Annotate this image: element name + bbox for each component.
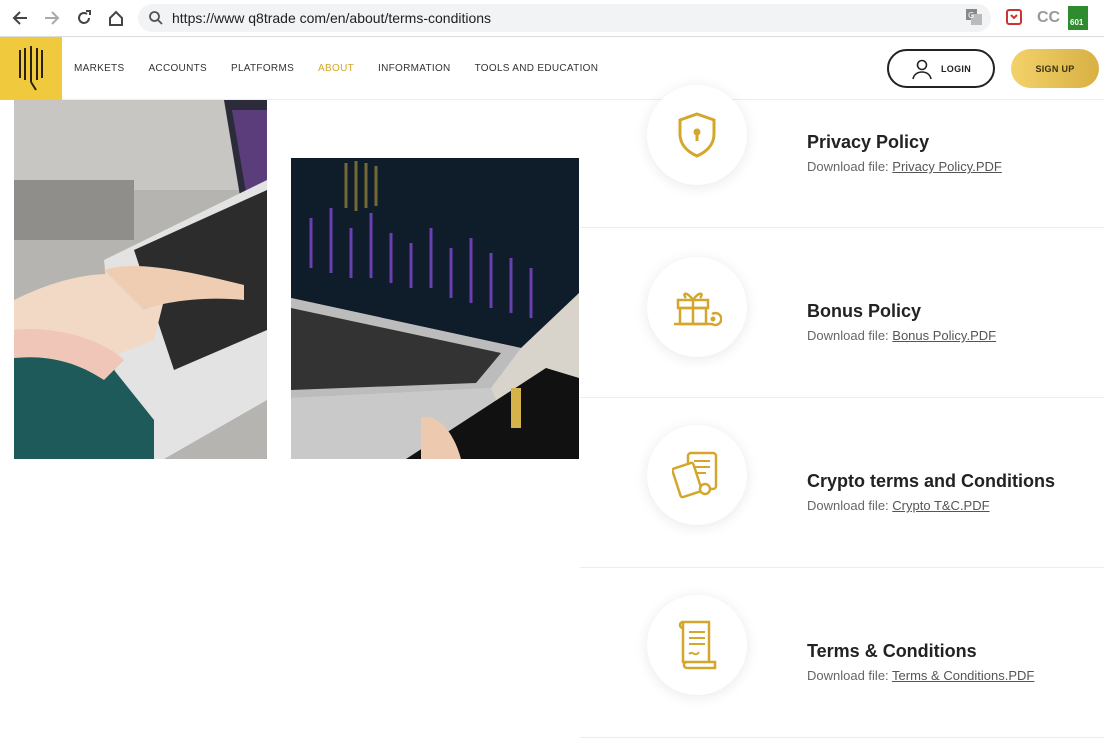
- browser-toolbar: https://www q8trade com/en/about/terms-c…: [0, 0, 1104, 37]
- policy-title: Terms & Conditions: [807, 641, 977, 661]
- download-prefix: Download file:: [807, 668, 889, 683]
- home-icon[interactable]: [104, 6, 128, 30]
- bonus-policy-link[interactable]: Bonus Policy.PDF: [892, 328, 996, 343]
- list-item: Privacy Policy Download file: Privacy Po…: [580, 58, 1104, 228]
- download-prefix: Download file:: [807, 159, 889, 174]
- back-icon[interactable]: [8, 6, 32, 30]
- policy-icon-circle: [647, 85, 747, 185]
- menu-markets[interactable]: MARKETS: [74, 63, 124, 74]
- gift-icon: [674, 292, 722, 327]
- download-prefix: Download file:: [807, 498, 889, 513]
- reload-icon[interactable]: [72, 6, 96, 30]
- menu-platforms[interactable]: PLATFORMS: [231, 63, 294, 74]
- menu-about[interactable]: ABOUT: [318, 63, 354, 74]
- address-bar[interactable]: https://www q8trade com/en/about/terms-c…: [138, 4, 991, 32]
- list-item: Crypto terms and Conditions Download fil…: [580, 398, 1104, 568]
- menu-information[interactable]: INFORMATION: [378, 63, 451, 74]
- policy-icon-circle: [647, 425, 747, 525]
- cc-icon[interactable]: CC: [1037, 9, 1060, 27]
- logo[interactable]: [0, 37, 62, 100]
- policy-title: Bonus Policy: [807, 301, 922, 321]
- counter-icon[interactable]: 601: [1068, 6, 1088, 35]
- pocket-icon[interactable]: [1005, 8, 1023, 31]
- menu-accounts[interactable]: ACCOUNTS: [148, 63, 207, 74]
- certificate-icon: [672, 451, 718, 499]
- list-item: Terms & Conditions Download file: Terms …: [580, 568, 1104, 738]
- main-menu: MARKETS ACCOUNTS PLATFORMS ABOUT INFORMA…: [74, 63, 622, 74]
- policy-download: Download file: Bonus Policy.PDF: [807, 328, 996, 343]
- trading-laptop-image: [291, 158, 579, 459]
- scroll-icon: [678, 620, 717, 670]
- policy-icon-circle: [647, 257, 747, 357]
- shield-icon: [678, 112, 716, 158]
- policy-list: Privacy Policy Download file: Privacy Po…: [580, 85, 1104, 745]
- policy-download: Download file: Privacy Policy.PDF: [807, 159, 1002, 174]
- list-item: Bonus Policy Download file: Bonus Policy…: [580, 228, 1104, 398]
- counter-badge: 601: [1070, 18, 1084, 27]
- policy-download: Download file: Crypto T&C.PDF: [807, 498, 990, 513]
- policy-download: Download file: Terms & Conditions.PDF: [807, 668, 1034, 683]
- policy-title: Privacy Policy: [807, 132, 930, 152]
- svg-text:G: G: [968, 11, 974, 20]
- policy-title: Crypto terms and Conditions: [807, 471, 1056, 491]
- search-icon: [148, 10, 164, 31]
- translate-icon[interactable]: G: [965, 8, 983, 31]
- crypto-tc-link[interactable]: Crypto T&C.PDF: [892, 498, 989, 513]
- laptop-typing-image: [14, 100, 267, 459]
- logo-icon: [19, 45, 43, 91]
- url-text[interactable]: https://www q8trade com/en/about/terms-c…: [172, 10, 491, 26]
- terms-conditions-link[interactable]: Terms & Conditions.PDF: [892, 668, 1034, 683]
- download-prefix: Download file:: [807, 328, 889, 343]
- forward-icon[interactable]: [40, 6, 64, 30]
- policy-icon-circle: [647, 595, 747, 695]
- privacy-policy-link[interactable]: Privacy Policy.PDF: [892, 159, 1002, 174]
